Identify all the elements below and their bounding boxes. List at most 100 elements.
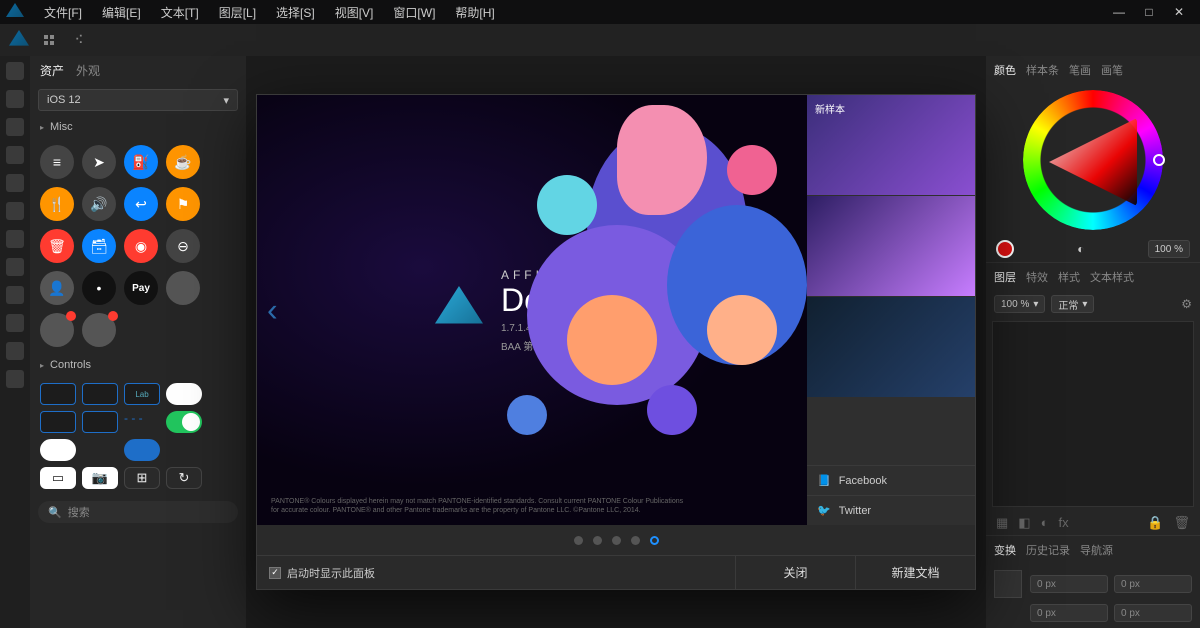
carousel-dot[interactable] [574,536,583,545]
transform-w-field[interactable]: 0 px [1114,575,1192,593]
colour-picker-tool-icon[interactable] [6,370,24,388]
asset-item[interactable]: ➤ [82,145,116,179]
menu-layer[interactable]: 图层[L] [209,4,266,21]
window-close-button[interactable]: ✕ [1164,5,1194,19]
transform-h-field[interactable]: 0 px [1114,604,1192,622]
asset-item[interactable]: 🗑 [40,229,74,263]
share-icon[interactable]: ⠪ [68,29,90,51]
menu-view[interactable]: 视图[V] [325,4,384,21]
opacity-value-field[interactable]: 100 % [1148,240,1190,258]
layer-opacity-field[interactable]: 100 %▾ [994,295,1045,313]
pen-tool-icon[interactable] [6,118,24,136]
tab-stroke[interactable]: 笔画 [1069,62,1091,78]
assets-section-controls[interactable]: Controls [30,353,246,377]
tab-navigator[interactable]: 导航源 [1080,542,1113,558]
persona-designer-icon[interactable] [8,29,30,51]
layer-add-icon[interactable]: ▦ [996,515,1008,531]
shape-tool-icon[interactable] [6,174,24,192]
asset-item[interactable]: ⛽ [124,145,158,179]
menu-edit[interactable]: 编辑[E] [92,4,151,21]
control-calculator-icon[interactable]: ⊞ [124,467,160,489]
asset-item[interactable]: ☕ [166,145,200,179]
layer-mask-icon[interactable]: ◧ [1018,515,1030,531]
assets-search[interactable]: 🔍 搜索 [38,501,238,523]
control-pill[interactable] [40,439,76,461]
layer-lock-icon[interactable]: 🔒 [1147,515,1163,531]
asset-item[interactable]: Pay [124,271,158,305]
carousel-dot-active[interactable] [650,536,659,545]
asset-item[interactable]: ◉ [124,229,158,263]
menu-window[interactable]: 窗口[W] [383,4,445,21]
layer-delete-icon[interactable]: 🗑 [1173,515,1190,531]
layer-list[interactable] [992,321,1194,507]
asset-item[interactable] [166,271,200,305]
control-toggle-on[interactable] [166,411,202,433]
menu-select[interactable]: 选择[S] [266,4,325,21]
pencil-tool-icon[interactable] [6,146,24,164]
splash-thumb-2[interactable] [807,196,975,296]
control-outline[interactable] [82,411,118,433]
layer-blend-select[interactable]: 正常▾ [1051,295,1094,313]
menu-file[interactable]: 文件[F] [34,4,92,21]
asset-item[interactable]: • [82,271,116,305]
colour-wheel[interactable] [1023,90,1163,230]
transparency-tool-icon[interactable] [6,258,24,276]
tab-colour[interactable]: 颜色 [994,62,1016,78]
fill-tool-icon[interactable] [6,230,24,248]
transform-anchor-widget[interactable] [994,570,1022,598]
splash-new-document-button[interactable]: 新建文档 [855,556,975,590]
layer-options-icon[interactable]: ⚙ [1181,297,1192,311]
control-pill-white[interactable] [166,383,202,405]
layer-fx-icon[interactable]: fx [1058,515,1068,531]
crop-tool-icon[interactable] [6,286,24,304]
carousel-dot[interactable] [612,536,621,545]
window-minimize-button[interactable]: — [1104,5,1134,19]
control-camera-icon[interactable]: 📷 [82,467,118,489]
tab-layers[interactable]: 图层 [994,269,1016,285]
current-colour-swatch[interactable] [996,240,1014,258]
colour-wheel-handle-icon[interactable] [1153,154,1165,166]
tab-styles[interactable]: 样式 [1058,269,1080,285]
tab-assets[interactable]: 资产 [40,62,64,79]
tab-brushes[interactable]: 画笔 [1101,62,1123,78]
carousel-dot[interactable] [631,536,640,545]
tab-swatches[interactable]: 样本条 [1026,62,1059,78]
asset-item[interactable]: 🍴 [40,187,74,221]
tab-appearance[interactable]: 外观 [76,62,100,79]
move-tool-icon[interactable] [6,62,24,80]
control-card-icon[interactable]: ▭ [40,467,76,489]
tab-history[interactable]: 历史记录 [1026,542,1070,558]
control-refresh-icon[interactable]: ↻ [166,467,202,489]
window-maximize-button[interactable]: □ [1134,5,1164,19]
tab-transform[interactable]: 变换 [994,542,1016,558]
asset-item[interactable] [82,313,116,347]
assets-preset-select[interactable]: iOS 12 ▾ [38,89,238,111]
splash-twitter-link[interactable]: 🐦 Twitter [807,495,975,525]
splash-close-button[interactable]: 关闭 [735,556,855,590]
asset-item[interactable]: ↩ [124,187,158,221]
layer-adjust-icon[interactable]: ◐ [1041,515,1049,531]
asset-item[interactable]: 🗃 [82,229,116,263]
carousel-prev-icon[interactable]: ‹ [267,292,278,329]
control-outline[interactable] [40,411,76,433]
transform-x-field[interactable]: 0 px [1030,575,1108,593]
splash-thumb-samples[interactable]: 新样本 [807,95,975,195]
menu-help[interactable]: 帮助[H] [445,4,504,21]
view-tool-icon[interactable] [6,314,24,332]
splash-show-on-start-checkbox[interactable]: ✓ 启动时显示此面板 [257,565,387,581]
splash-facebook-link[interactable]: 📘 Facebook [807,465,975,495]
zoom-tool-icon[interactable] [6,342,24,360]
control-dashes[interactable]: - - - [124,411,160,433]
control-outline[interactable] [82,383,118,405]
control-outline[interactable] [40,383,76,405]
asset-item[interactable]: ≡ [40,145,74,179]
tab-effects[interactable]: 特效 [1026,269,1048,285]
control-label[interactable]: Lab [124,383,160,405]
assets-section-misc[interactable]: Misc [30,115,246,139]
transform-y-field[interactable]: 0 px [1030,604,1108,622]
tab-text-styles[interactable]: 文本样式 [1090,269,1134,285]
node-tool-icon[interactable] [6,90,24,108]
text-tool-icon[interactable] [6,202,24,220]
asset-item[interactable]: 👤 [40,271,74,305]
asset-item[interactable]: 🔊 [82,187,116,221]
